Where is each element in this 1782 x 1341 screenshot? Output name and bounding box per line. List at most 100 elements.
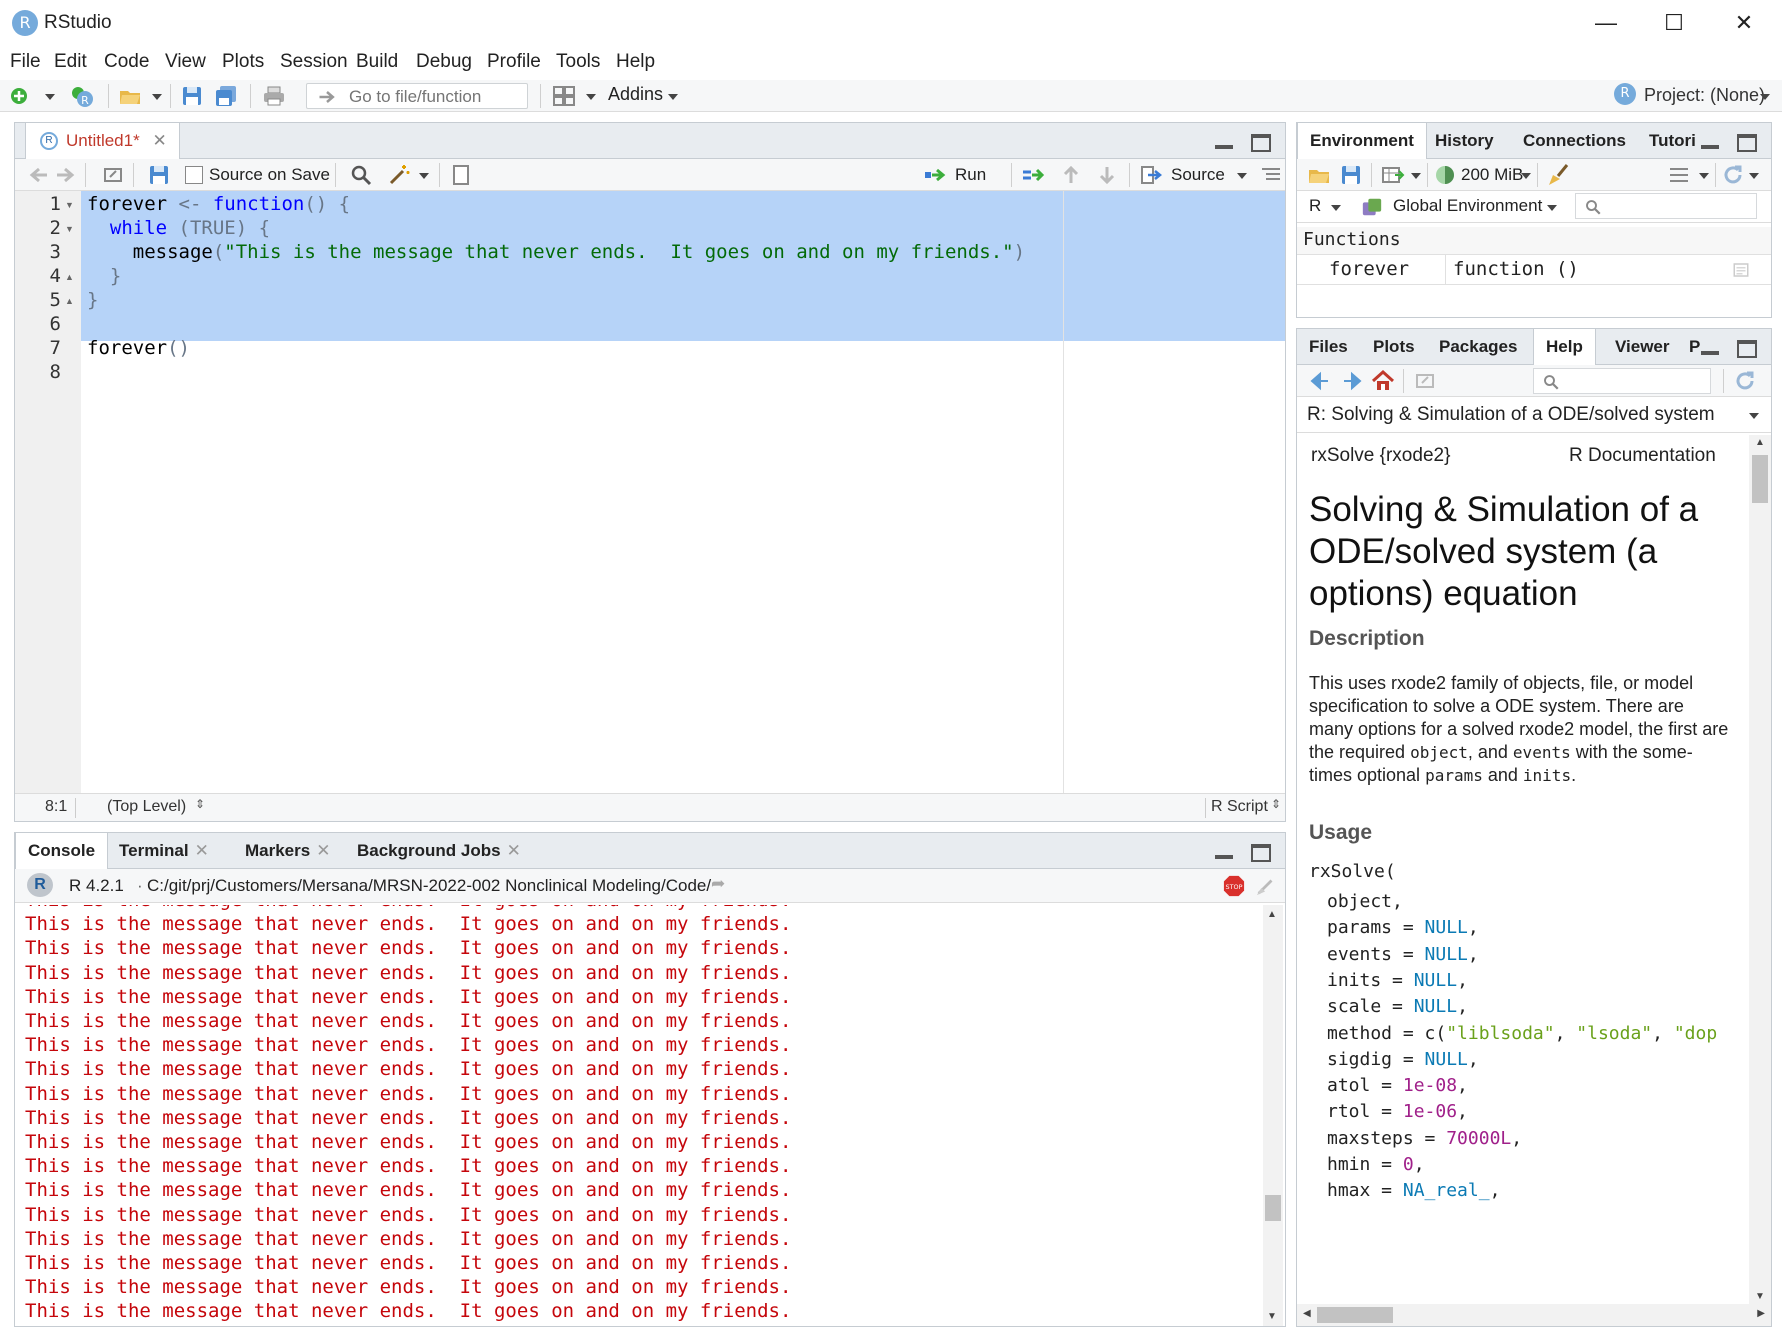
minimize-pane-icon[interactable] [1215, 145, 1233, 149]
save-all-icon[interactable] [214, 84, 238, 108]
broom-icon[interactable] [1547, 163, 1571, 187]
save-icon[interactable] [180, 84, 204, 108]
source-button[interactable]: Source [1171, 165, 1225, 185]
tab-packages[interactable]: Packages [1427, 329, 1529, 365]
tab-background-jobs[interactable]: Background Jobs ✕ [345, 833, 533, 869]
tab-untitled1[interactable]: R Untitled1* ✕ [25, 123, 180, 160]
go-to-directory-icon[interactable]: ➦ [711, 874, 725, 894]
menu-tools[interactable]: Tools [556, 51, 600, 73]
go-to-file-input[interactable] [349, 87, 519, 107]
memory-usage-label[interactable]: 200 MiB [1461, 165, 1523, 185]
tab-presentation[interactable]: P [1677, 329, 1713, 365]
save-file-icon[interactable] [147, 163, 171, 187]
help-search-field[interactable] [1533, 368, 1711, 394]
refresh-help-icon[interactable] [1733, 369, 1757, 393]
document-outline-icon[interactable] [1259, 163, 1283, 187]
close-button[interactable]: ✕ [1712, 6, 1776, 40]
scroll-down-icon[interactable]: ▼ [1267, 1311, 1277, 1322]
scope-selector[interactable]: (Top Level) [107, 798, 186, 816]
show-in-window-icon[interactable] [101, 163, 125, 187]
maximize-button[interactable]: ☐ [1642, 6, 1706, 40]
fold-arrow-icon[interactable]: ▲ [65, 296, 74, 306]
tab-connections[interactable]: Connections [1511, 123, 1638, 159]
help-scroll-right-icon[interactable]: ▶ [1757, 1308, 1765, 1319]
tab-help[interactable]: Help [1533, 329, 1596, 366]
close-background-jobs-icon[interactable]: ✕ [507, 841, 521, 860]
minimize-button[interactable]: — [1574, 6, 1638, 40]
language-dropdown-icon[interactable] [1331, 205, 1341, 211]
open-recent-dropdown-icon[interactable] [152, 94, 162, 100]
rerun-icon[interactable] [1021, 163, 1045, 187]
search-icon[interactable] [349, 163, 373, 187]
help-horizontal-scrollbar[interactable]: ◀ ▶ [1297, 1304, 1771, 1326]
minimize-pane-icon[interactable] [1701, 351, 1719, 355]
magic-wand-icon[interactable] [387, 163, 411, 187]
clear-console-icon[interactable] [1255, 875, 1277, 897]
tab-files[interactable]: Files [1297, 329, 1360, 365]
close-tab-icon[interactable]: ✕ [152, 131, 166, 150]
memory-usage-icon[interactable] [1433, 163, 1457, 187]
scroll-up-icon[interactable]: ▲ [1267, 909, 1277, 920]
addins-menu[interactable]: Addins [608, 84, 663, 105]
import-dataset-icon[interactable] [1381, 163, 1405, 187]
tab-viewer[interactable]: Viewer [1603, 329, 1682, 365]
go-to-next-section-icon[interactable] [1095, 163, 1119, 187]
working-directory[interactable]: C:/git/prj/Customers/Mersana/MRSN-2022-0… [147, 876, 711, 896]
scope-updown-icon[interactable]: ⇕ [195, 797, 205, 811]
project-dropdown-icon[interactable] [1760, 94, 1770, 100]
fold-arrow-icon[interactable]: ▼ [65, 200, 74, 210]
code-tools-dropdown-icon[interactable] [419, 173, 429, 179]
source-file-icon[interactable] [1139, 163, 1163, 187]
environment-selector[interactable]: Global Environment [1393, 196, 1542, 216]
maximize-pane-icon[interactable] [1737, 340, 1757, 358]
stop-icon[interactable]: STOP [1223, 875, 1245, 897]
help-scrollbar[interactable]: ▲ ▼ [1749, 435, 1771, 1304]
environment-row[interactable]: forever function () [1297, 255, 1771, 285]
help-topic-dropdown-icon[interactable] [1749, 413, 1759, 419]
source-on-save-checkbox[interactable] [185, 166, 203, 184]
help-hscrollbar-thumb[interactable] [1317, 1307, 1393, 1323]
tab-tutorial[interactable]: Tutori [1637, 123, 1711, 159]
refresh-icon[interactable] [1721, 163, 1745, 187]
help-document[interactable]: rxSolve {rxode2} R Documentation Solving… [1297, 435, 1749, 1304]
home-icon[interactable] [1371, 369, 1395, 393]
menu-code[interactable]: Code [104, 51, 149, 73]
tab-plots[interactable]: Plots [1361, 329, 1427, 365]
menu-file[interactable]: File [10, 51, 41, 73]
menu-edit[interactable]: Edit [54, 51, 87, 73]
tab-environment[interactable]: Environment [1297, 123, 1427, 160]
fold-arrow-icon[interactable]: ▲ [65, 272, 74, 282]
file-type-selector[interactable]: R Script [1211, 798, 1268, 816]
environment-search-field[interactable] [1575, 193, 1757, 219]
go-to-previous-section-icon[interactable] [1059, 163, 1083, 187]
minimize-pane-icon[interactable] [1701, 145, 1719, 149]
go-to-file-field[interactable] [306, 83, 528, 109]
help-topic-selector[interactable]: R: Solving & Simulation of a ODE/solved … [1307, 404, 1715, 426]
list-view-icon[interactable] [1667, 163, 1691, 187]
menu-build[interactable]: Build [356, 51, 398, 73]
minimize-pane-icon[interactable] [1215, 855, 1233, 859]
environment-dropdown-icon[interactable] [1547, 205, 1557, 211]
compile-report-icon[interactable] [449, 163, 473, 187]
fold-arrow-icon[interactable]: ▼ [65, 224, 74, 234]
refresh-dropdown-icon[interactable] [1749, 173, 1759, 179]
view-function-icon[interactable] [1731, 261, 1751, 279]
new-project-icon[interactable]: R [70, 84, 94, 108]
help-back-icon[interactable] [1307, 369, 1331, 393]
view-dropdown-icon[interactable] [1699, 173, 1709, 179]
open-file-icon[interactable] [118, 84, 142, 108]
scrollbar-thumb[interactable] [1265, 1195, 1281, 1221]
console-output[interactable]: This is the message that never ends. It … [15, 905, 1261, 1326]
new-file-icon[interactable] [8, 84, 32, 108]
tab-terminal[interactable]: Terminal ✕ [107, 833, 221, 869]
help-scrollbar-thumb[interactable] [1752, 455, 1768, 503]
close-terminal-icon[interactable]: ✕ [195, 841, 209, 860]
close-markers-icon[interactable]: ✕ [316, 841, 330, 860]
import-dataset-dropdown-icon[interactable] [1411, 173, 1421, 179]
project-menu[interactable]: Project: (None) [1644, 85, 1765, 106]
load-workspace-icon[interactable] [1307, 163, 1331, 187]
maximize-pane-icon[interactable] [1251, 844, 1271, 862]
help-scroll-up-icon[interactable]: ▲ [1755, 437, 1765, 448]
run-button[interactable]: Run [955, 165, 986, 185]
print-icon[interactable] [262, 84, 286, 108]
